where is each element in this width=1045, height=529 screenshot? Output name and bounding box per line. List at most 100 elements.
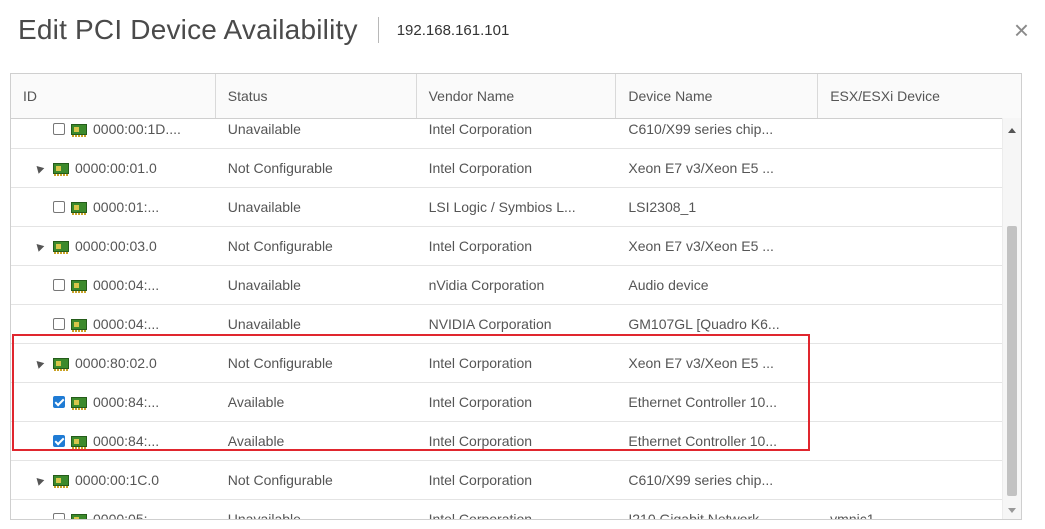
table-row[interactable]: 0000:80:02.0 Not Configurable Intel Corpor…	[11, 344, 1003, 383]
cell-vendor: Intel Corporation	[428, 355, 533, 371]
cell-device-name: LSI2308_1	[628, 199, 697, 215]
cell-id: 0000:00:1D....	[11, 118, 216, 148]
scroll-down-icon[interactable]	[1008, 508, 1016, 513]
pci-device-icon	[53, 162, 69, 176]
pci-device-icon	[53, 240, 69, 254]
cell-status: Not Configurable	[227, 160, 333, 176]
cell-status: Unavailable	[227, 316, 301, 332]
pci-device-icon	[71, 123, 87, 137]
device-id: 0000:84:...	[93, 433, 160, 449]
device-id: 0000:04:...	[93, 316, 160, 332]
cell-vendor: NVIDIA Corporation	[428, 316, 552, 332]
cell-device-name: GM107GL [Quadro K6...	[628, 316, 780, 332]
cell-vendor: Intel Corporation	[428, 472, 533, 488]
column-header-status[interactable]: Status	[216, 74, 417, 118]
close-icon[interactable]: ×	[1014, 17, 1029, 43]
device-id: 0000:00:01.0	[75, 160, 157, 176]
table-row[interactable]: 0000:01:... Unavailable LSI Logic / Symbio…	[11, 188, 1003, 227]
cell-id: 0000:05:...	[11, 500, 216, 519]
cell-device-name: I210 Gigabit Network ...	[628, 511, 775, 519]
expand-caret-icon[interactable]	[33, 240, 45, 252]
cell-esx-device	[818, 344, 1003, 382]
device-id: 0000:01:...	[93, 199, 160, 215]
pci-device-icon	[71, 201, 87, 215]
cell-id: 0000:80:02.0	[11, 344, 216, 382]
cell-esx-device	[818, 266, 1003, 304]
cell-device-name: C610/X99 series chip...	[628, 121, 774, 137]
cell-device-name: Audio device	[628, 277, 709, 293]
table-row[interactable]: 0000:84:... Available Intel Corporation Eth…	[11, 383, 1003, 422]
device-checkbox[interactable]	[53, 396, 65, 408]
pci-device-icon	[53, 474, 69, 488]
cell-vendor: Intel Corporation	[428, 394, 533, 410]
device-checkbox[interactable]	[53, 201, 65, 213]
pci-device-icon	[71, 513, 87, 519]
cell-esx-device	[818, 383, 1003, 421]
device-checkbox[interactable]	[53, 435, 65, 447]
table-row[interactable]: 0000:00:03.0 Not Configurable Intel Corpor…	[11, 227, 1003, 266]
vertical-scrollbar[interactable]	[1002, 118, 1021, 519]
cell-vendor: Intel Corporation	[428, 433, 533, 449]
cell-id: 0000:04:...	[11, 266, 216, 304]
device-id: 0000:00:03.0	[75, 238, 157, 254]
pci-device-icon	[71, 279, 87, 293]
table-row[interactable]: 0000:00:1D.... Unavailable Intel Corporati…	[11, 118, 1003, 149]
cell-esx-device	[818, 118, 1003, 148]
cell-status: Available	[227, 433, 285, 449]
cell-vendor: Intel Corporation	[428, 121, 533, 137]
pci-device-icon	[53, 357, 69, 371]
pci-device-icon	[71, 318, 87, 332]
cell-esx-device	[818, 227, 1003, 265]
device-checkbox[interactable]	[53, 318, 65, 330]
column-header-esx-device[interactable]: ESX/ESXi Device	[818, 74, 1021, 118]
cell-device-name: Xeon E7 v3/Xeon E5 ...	[628, 238, 774, 254]
cell-status: Unavailable	[227, 277, 301, 293]
table-row[interactable]: 0000:05:... Unavailable Intel Corporation I…	[11, 500, 1003, 519]
table-row[interactable]: 0000:04:... Unavailable NVIDIA Corporation…	[11, 305, 1003, 344]
table-row[interactable]: 0000:00:1C.0 Not Configurable Intel Corpor…	[11, 461, 1003, 500]
cell-esx-device	[818, 461, 1003, 499]
host-address: 192.168.161.101	[396, 21, 510, 39]
pci-device-grid: ID Status Vendor Name Device Name ESX/ES…	[10, 73, 1022, 520]
scroll-up-icon[interactable]	[1008, 128, 1016, 133]
cell-id: 0000:84:...	[11, 383, 216, 421]
device-checkbox[interactable]	[53, 279, 65, 291]
cell-esx-device	[818, 422, 1003, 460]
expand-caret-icon[interactable]	[33, 474, 45, 486]
column-header-id[interactable]: ID	[11, 74, 216, 118]
title-separator	[377, 17, 379, 43]
cell-id: 0000:00:03.0	[11, 227, 216, 265]
device-id: 0000:05:...	[93, 511, 160, 519]
dialog-title: Edit PCI Device Availability	[18, 14, 358, 45]
table-row[interactable]: 0000:00:01.0 Not Configurable Intel Corpor…	[11, 149, 1003, 188]
device-id: 0000:80:02.0	[75, 355, 157, 371]
cell-id: 0000:04:...	[11, 305, 216, 343]
column-header-vendor[interactable]: Vendor Name	[417, 74, 617, 118]
cell-esx-device	[818, 188, 1003, 226]
pci-device-icon	[71, 396, 87, 410]
cell-id: 0000:84:...	[11, 422, 216, 460]
table-row[interactable]: 0000:04:... Unavailable nVidia Corporation…	[11, 266, 1003, 305]
column-header-device[interactable]: Device Name	[616, 74, 819, 118]
cell-status: Not Configurable	[227, 238, 333, 254]
cell-status: Not Configurable	[227, 472, 333, 488]
table-row[interactable]: 0000:84:... Available Intel Corporation Eth…	[11, 422, 1003, 461]
grid-header: ID Status Vendor Name Device Name ESX/ES…	[11, 74, 1021, 119]
cell-device-name: Ethernet Controller 10...	[628, 433, 778, 449]
cell-device-name: Xeon E7 v3/Xeon E5 ...	[628, 160, 774, 176]
device-id: 0000:04:...	[93, 277, 160, 293]
grid-rows: 0000:00:1D.... Unavailable Intel Corporati…	[11, 118, 1003, 519]
cell-vendor: Intel Corporation	[428, 160, 533, 176]
scrollbar-thumb[interactable]	[1007, 226, 1017, 496]
device-id: 0000:00:1C.0	[75, 472, 160, 488]
expand-caret-icon[interactable]	[33, 162, 45, 174]
device-checkbox[interactable]	[53, 123, 65, 135]
cell-status: Unavailable	[227, 199, 301, 215]
device-id: 0000:84:...	[93, 394, 160, 410]
device-checkbox[interactable]	[53, 513, 65, 519]
cell-vendor: nVidia Corporation	[428, 277, 545, 293]
cell-esx-device	[818, 305, 1003, 343]
expand-caret-icon[interactable]	[33, 357, 45, 369]
cell-status: Unavailable	[227, 121, 301, 137]
cell-id: 0000:00:01.0	[11, 149, 216, 187]
